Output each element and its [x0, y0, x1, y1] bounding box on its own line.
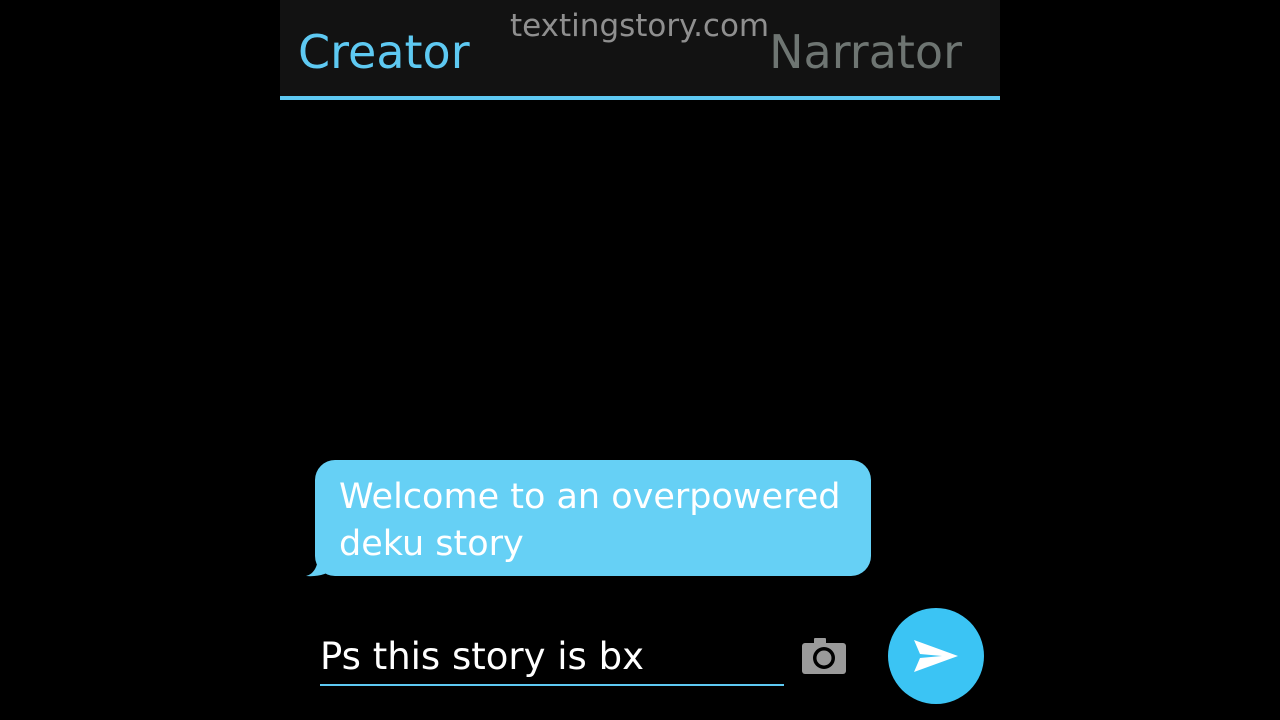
header-bar: Creator textingstory.com Narrator: [280, 0, 1000, 96]
tab-creator[interactable]: Creator: [298, 24, 470, 80]
message-text: Welcome to an overpowered deku story: [339, 477, 841, 564]
watermark: textingstory.com: [510, 8, 770, 44]
camera-icon[interactable]: [800, 636, 848, 676]
send-icon: [914, 640, 958, 672]
header-underline: [280, 96, 1000, 100]
message-input-value: Ps this story is bx: [320, 635, 644, 678]
tab-narrator[interactable]: Narrator: [769, 24, 962, 80]
chat-screen: Creator textingstory.com Narrator Welcom…: [280, 0, 1000, 720]
message-bubble: Welcome to an overpowered deku story: [306, 460, 872, 578]
send-button[interactable]: [888, 608, 984, 704]
message-bubble-body: Welcome to an overpowered deku story: [315, 460, 871, 576]
message-input[interactable]: Ps this story is bx: [320, 628, 784, 686]
